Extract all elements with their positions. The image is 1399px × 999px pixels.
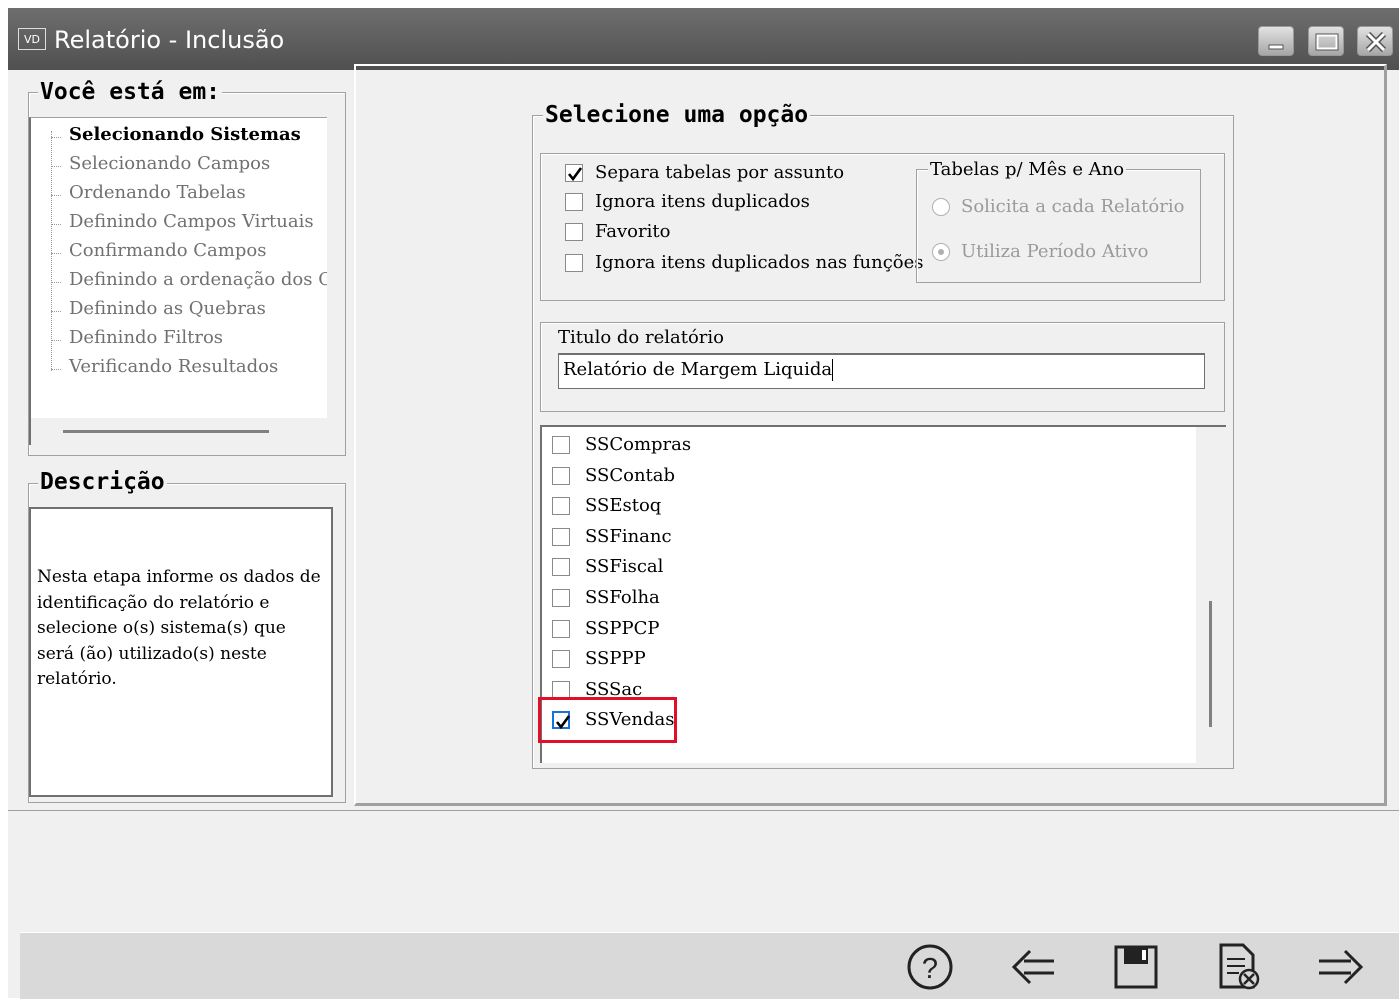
period-radio-label[interactable]: Utiliza Período Ativo [961, 241, 1149, 262]
option-checkbox[interactable] [565, 164, 583, 182]
option-label[interactable]: Separa tabelas por assunto [595, 162, 844, 183]
description-title: Descrição [38, 469, 167, 495]
tree-item[interactable]: Confirmando Campos [69, 240, 266, 261]
back-button[interactable] [1008, 939, 1060, 991]
period-radio[interactable] [932, 198, 950, 216]
checkmark-icon [567, 167, 583, 182]
horizontal-scrollbar[interactable] [31, 418, 327, 445]
divider [8, 810, 1399, 811]
radio-selected-dot [938, 249, 944, 255]
text-cursor [832, 359, 834, 381]
tree-item[interactable]: Ordenando Tabelas [69, 182, 246, 203]
tree-item[interactable]: Definindo a ordenação dos Can [69, 269, 327, 290]
system-label[interactable]: SSFinanc [585, 526, 672, 547]
system-checkbox[interactable] [552, 497, 570, 516]
option-label[interactable]: Ignora itens duplicados nas funções [595, 252, 924, 273]
maximize-button[interactable] [1308, 26, 1344, 56]
system-checkbox[interactable] [552, 619, 570, 638]
option-label[interactable]: Favorito [595, 221, 670, 242]
report-title-value: Relatório de Margem Liquida [563, 359, 833, 380]
system-checkbox[interactable] [552, 466, 570, 485]
tree-connector [51, 311, 61, 312]
tree-connector [51, 224, 61, 225]
description-text: Nesta etapa informe os dados de identifi… [37, 567, 321, 689]
steps-tree[interactable]: Selecionando Sistemas Selecionando Campos… [29, 117, 327, 445]
save-button[interactable] [1110, 939, 1162, 991]
navigation-title: Você está em: [38, 79, 223, 105]
maximize-icon [1315, 33, 1339, 51]
system-checkbox[interactable] [552, 436, 570, 454]
system-checkbox[interactable] [552, 527, 570, 546]
help-button[interactable]: ? [905, 939, 957, 991]
period-radio-label[interactable]: Solicita a cada Relatório [961, 196, 1184, 217]
tree-connector [51, 369, 61, 370]
tree-item[interactable]: Verificando Resultados [69, 356, 278, 377]
tree-connector [51, 253, 61, 254]
system-label[interactable]: SSCompras [585, 434, 691, 455]
tree-item[interactable]: Selecionando Sistemas [69, 124, 301, 145]
tree-item[interactable]: Definindo Campos Virtuais [69, 211, 314, 232]
scrollbar-thumb[interactable] [1209, 601, 1212, 727]
scrollbar-thumb[interactable] [63, 430, 269, 433]
help-icon: ? [907, 944, 953, 990]
option-checkbox[interactable] [565, 193, 583, 211]
window-title: Relatório - Inclusão [54, 26, 285, 54]
save-icon [1114, 945, 1158, 989]
app-logo-icon: VD [18, 28, 46, 50]
system-label[interactable]: SSPPCP [585, 618, 659, 639]
system-checkbox[interactable] [552, 558, 570, 577]
cancel-document-button[interactable] [1213, 939, 1265, 991]
tree-connector [51, 340, 61, 341]
tree-connector [51, 137, 61, 138]
period-group [916, 169, 1201, 283]
forward-button[interactable] [1315, 939, 1367, 991]
close-icon [1365, 31, 1387, 53]
description-box: Nesta etapa informe os dados de identifi… [29, 507, 333, 797]
tree-connector [51, 166, 61, 167]
system-label[interactable]: SSEstoq [585, 495, 661, 516]
system-checkbox[interactable] [552, 650, 570, 669]
vertical-scrollbar[interactable] [1196, 427, 1226, 763]
option-label[interactable]: Ignora itens duplicados [595, 191, 810, 212]
back-arrow-icon [1011, 949, 1054, 985]
option-checkbox[interactable] [565, 223, 583, 241]
svg-text:?: ? [922, 953, 938, 985]
report-title-label: Titulo do relatório [558, 327, 724, 348]
tree-connector [51, 282, 61, 283]
system-label[interactable]: SSContab [585, 465, 675, 486]
tree-item[interactable]: Definindo Filtros [69, 327, 223, 348]
system-label[interactable]: SSFolha [585, 587, 660, 608]
title-bar[interactable]: VD Relatório - Inclusão [8, 8, 1399, 70]
minimize-button[interactable] [1258, 26, 1294, 56]
bottom-toolbar: ? [20, 932, 1399, 999]
cancel-document-icon [1219, 943, 1260, 990]
tree-item[interactable]: Definindo as Quebras [69, 298, 266, 319]
options-title: Selecione uma opção [543, 102, 811, 128]
system-checkbox[interactable] [552, 589, 570, 607]
highlight-box [538, 697, 677, 743]
tree-connector [51, 195, 61, 196]
period-radio[interactable] [932, 243, 950, 261]
forward-arrow-icon [1319, 949, 1364, 985]
report-title-input[interactable]: Relatório de Margem Liquida [558, 353, 1205, 389]
tree-connector [51, 131, 53, 371]
system-label[interactable]: SSFiscal [585, 556, 663, 577]
system-label[interactable]: SSPPP [585, 648, 646, 669]
minimize-icon [1268, 44, 1284, 50]
tree-item[interactable]: Selecionando Campos [69, 153, 270, 174]
close-button[interactable] [1357, 26, 1393, 56]
option-checkbox[interactable] [565, 254, 583, 272]
period-group-title: Tabelas p/ Mês e Ano [928, 159, 1127, 180]
